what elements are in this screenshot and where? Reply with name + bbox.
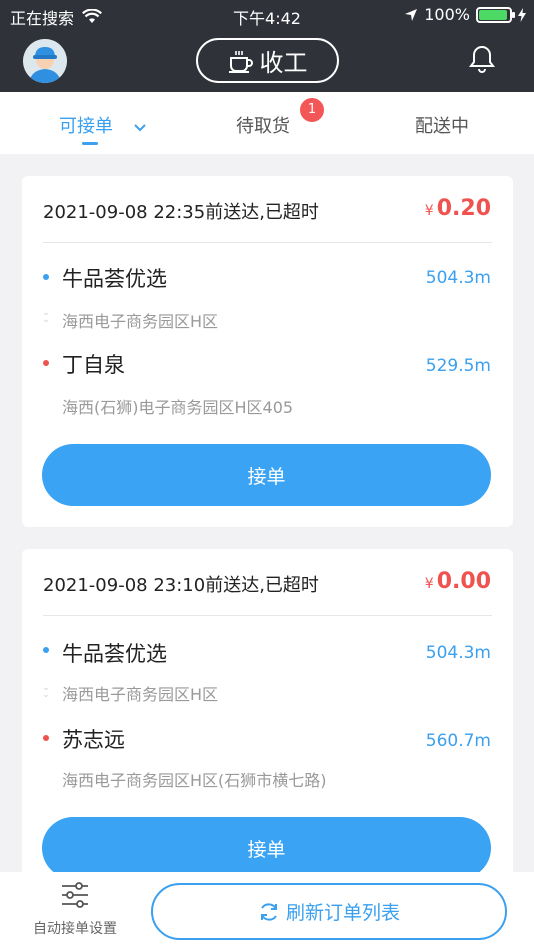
order-deadline: 2021-09-08 22:35前送达,已超时	[43, 202, 319, 223]
order-deadline: 2021-09-08 23:10前送达,已超时	[43, 575, 319, 596]
dropoff-dot-icon	[43, 735, 49, 741]
tab-available[interactable]: 可接单	[59, 112, 147, 138]
order-tabs: 可接单 待取货 1 配送中	[0, 92, 534, 154]
tab-delivering[interactable]: 配送中	[415, 112, 469, 138]
auto-settings-label: 自动接单设置	[33, 921, 117, 937]
order-price: ¥0.00	[425, 569, 491, 594]
battery-icon	[476, 6, 515, 23]
chevron-down-icon	[134, 124, 146, 132]
coffee-cup-icon	[228, 50, 253, 73]
bottom-bar: 自动接单设置 刷新订单列表	[0, 872, 534, 950]
location-arrow-icon	[405, 8, 418, 21]
refresh-label: 刷新订单列表	[285, 902, 400, 924]
dropoff-address: 海西电子商务园区H区(石狮市横七路)	[62, 771, 327, 790]
tab-pending-pickup[interactable]: 待取货	[236, 112, 290, 138]
divider	[43, 242, 492, 243]
clockout-button[interactable]: 收工	[196, 38, 339, 83]
accept-order-button[interactable]: 接单	[42, 817, 491, 879]
currency-symbol: ¥	[424, 203, 434, 219]
dropoff-distance: 529.5m	[425, 356, 491, 376]
route-chevrons-icon: ⌄ ⌄	[42, 683, 50, 700]
status-bar: 正在搜索 下午4:42 100%	[0, 0, 534, 30]
pending-count-badge: 1	[300, 98, 324, 122]
dropoff-dot-icon	[43, 360, 49, 366]
dropoff-name: 苏志远	[62, 728, 125, 752]
clockout-label: 收工	[259, 49, 308, 77]
currency-symbol: ¥	[424, 576, 434, 592]
sliders-icon	[62, 882, 88, 908]
avatar[interactable]	[23, 39, 67, 83]
refresh-icon	[260, 902, 277, 921]
price-value: 0.20	[436, 196, 491, 221]
pickup-distance: 504.3m	[425, 643, 491, 663]
tab-label: 可接单	[59, 116, 113, 137]
charging-icon	[518, 7, 526, 22]
dropoff-distance: 560.7m	[425, 731, 491, 751]
price-value: 0.00	[436, 569, 491, 594]
refresh-order-list-button[interactable]: 刷新订单列表	[151, 883, 507, 940]
tab-label: 待取货	[236, 116, 290, 137]
pickup-address: 海西电子商务园区H区	[62, 685, 219, 704]
active-tab-indicator	[82, 142, 98, 145]
dropoff-name: 丁自泉	[62, 353, 125, 377]
pickup-distance: 504.3m	[425, 268, 491, 288]
tab-label: 配送中	[415, 116, 469, 137]
top-bar: 正在搜索 下午4:42 100% 收工	[0, 0, 534, 92]
bell-icon[interactable]	[467, 44, 497, 74]
pickup-name: 牛品荟优选	[62, 267, 167, 291]
dropoff-address: 海西(石狮)电子商务园区H区405	[62, 398, 294, 417]
battery-percent: 100%	[424, 5, 470, 24]
pickup-dot-icon	[43, 274, 49, 280]
pickup-dot-icon	[43, 647, 49, 653]
order-price: ¥0.20	[425, 196, 491, 221]
order-card: 2021-09-08 23:10前送达,已超时 ¥0.00 牛品荟优选 504.…	[22, 549, 513, 879]
divider	[43, 615, 492, 616]
route-chevrons-icon: ⌄ ⌄	[42, 308, 50, 325]
accept-order-button[interactable]: 接单	[42, 444, 491, 506]
auto-accept-settings-button[interactable]: 自动接单设置	[20, 880, 130, 938]
pickup-address: 海西电子商务园区H区	[62, 312, 219, 331]
pickup-name: 牛品荟优选	[62, 642, 167, 666]
order-card: 2021-09-08 22:35前送达,已超时 ¥0.20 牛品荟优选 504.…	[22, 176, 513, 527]
